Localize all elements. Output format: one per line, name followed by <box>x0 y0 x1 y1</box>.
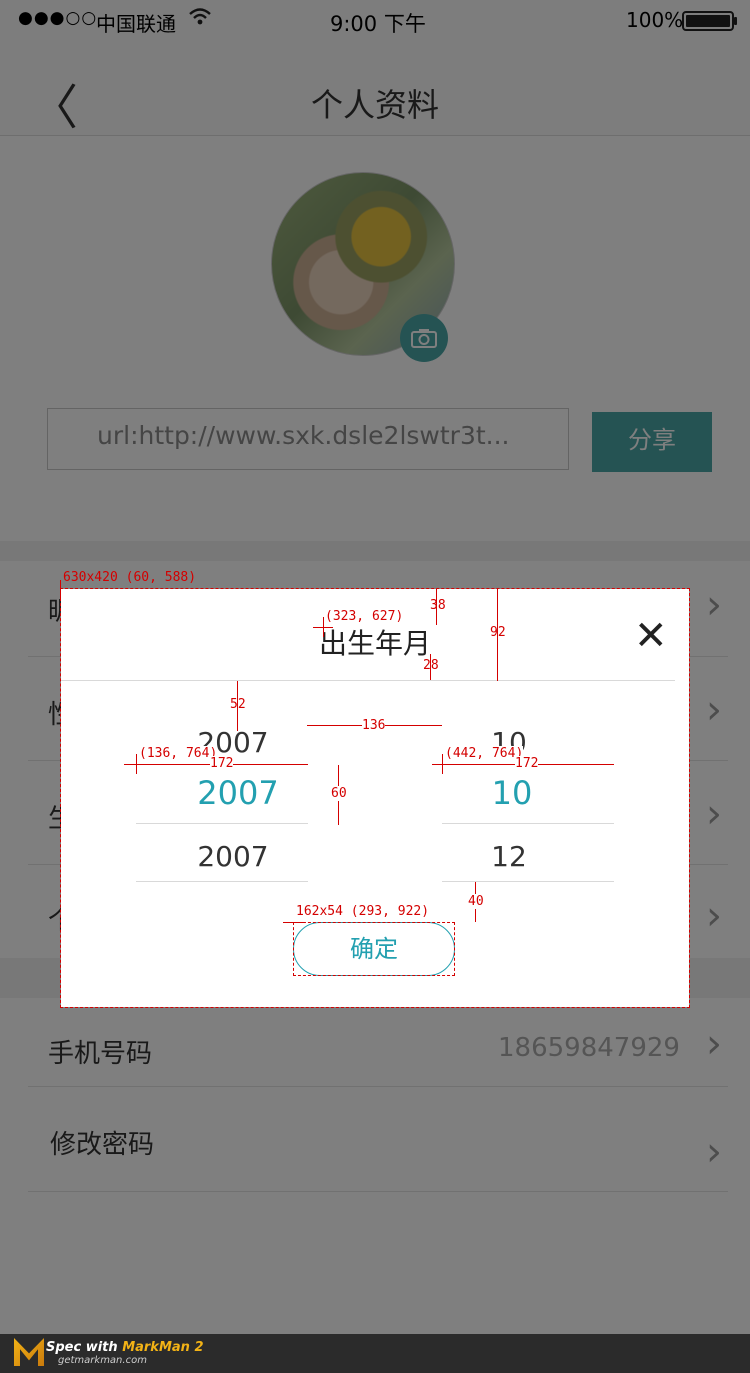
spec-month-w: 172 <box>515 756 539 771</box>
footer-brand: MarkMan 2 <box>122 1340 204 1355</box>
footer-title-prefix: Spec with <box>46 1340 123 1355</box>
spec-row-h: 60 <box>331 786 347 801</box>
spec-tick <box>283 922 303 923</box>
spec-modal-size: 630x420 (60, 588) <box>63 570 197 585</box>
spec-picker-top: 52 <box>230 697 246 712</box>
spec-btn-gap: 40 <box>468 894 484 909</box>
spec-tick <box>323 617 324 637</box>
spec-tick <box>60 580 61 600</box>
spec-year-w: 172 <box>210 756 234 771</box>
spec-button-outline <box>293 922 455 976</box>
footer-site: getmarkman.com <box>58 1355 147 1366</box>
spec-btn-box: 162x54 (293, 922) <box>296 904 430 919</box>
spec-title-bottom: 28 <box>423 658 439 673</box>
spec-title-pos: (323, 627) <box>325 609 404 624</box>
footer-title: Spec with MarkMan 2 <box>46 1340 204 1355</box>
spec-col-gap: 136 <box>362 718 386 733</box>
spec-tick <box>442 754 443 774</box>
spec-title-top: 38 <box>430 598 446 613</box>
spec-year-pos: (136, 764) <box>139 746 218 761</box>
spec-tick <box>136 754 137 774</box>
spec-month-pos: (442, 764) <box>445 746 524 761</box>
spec-header-h: 92 <box>490 625 506 640</box>
